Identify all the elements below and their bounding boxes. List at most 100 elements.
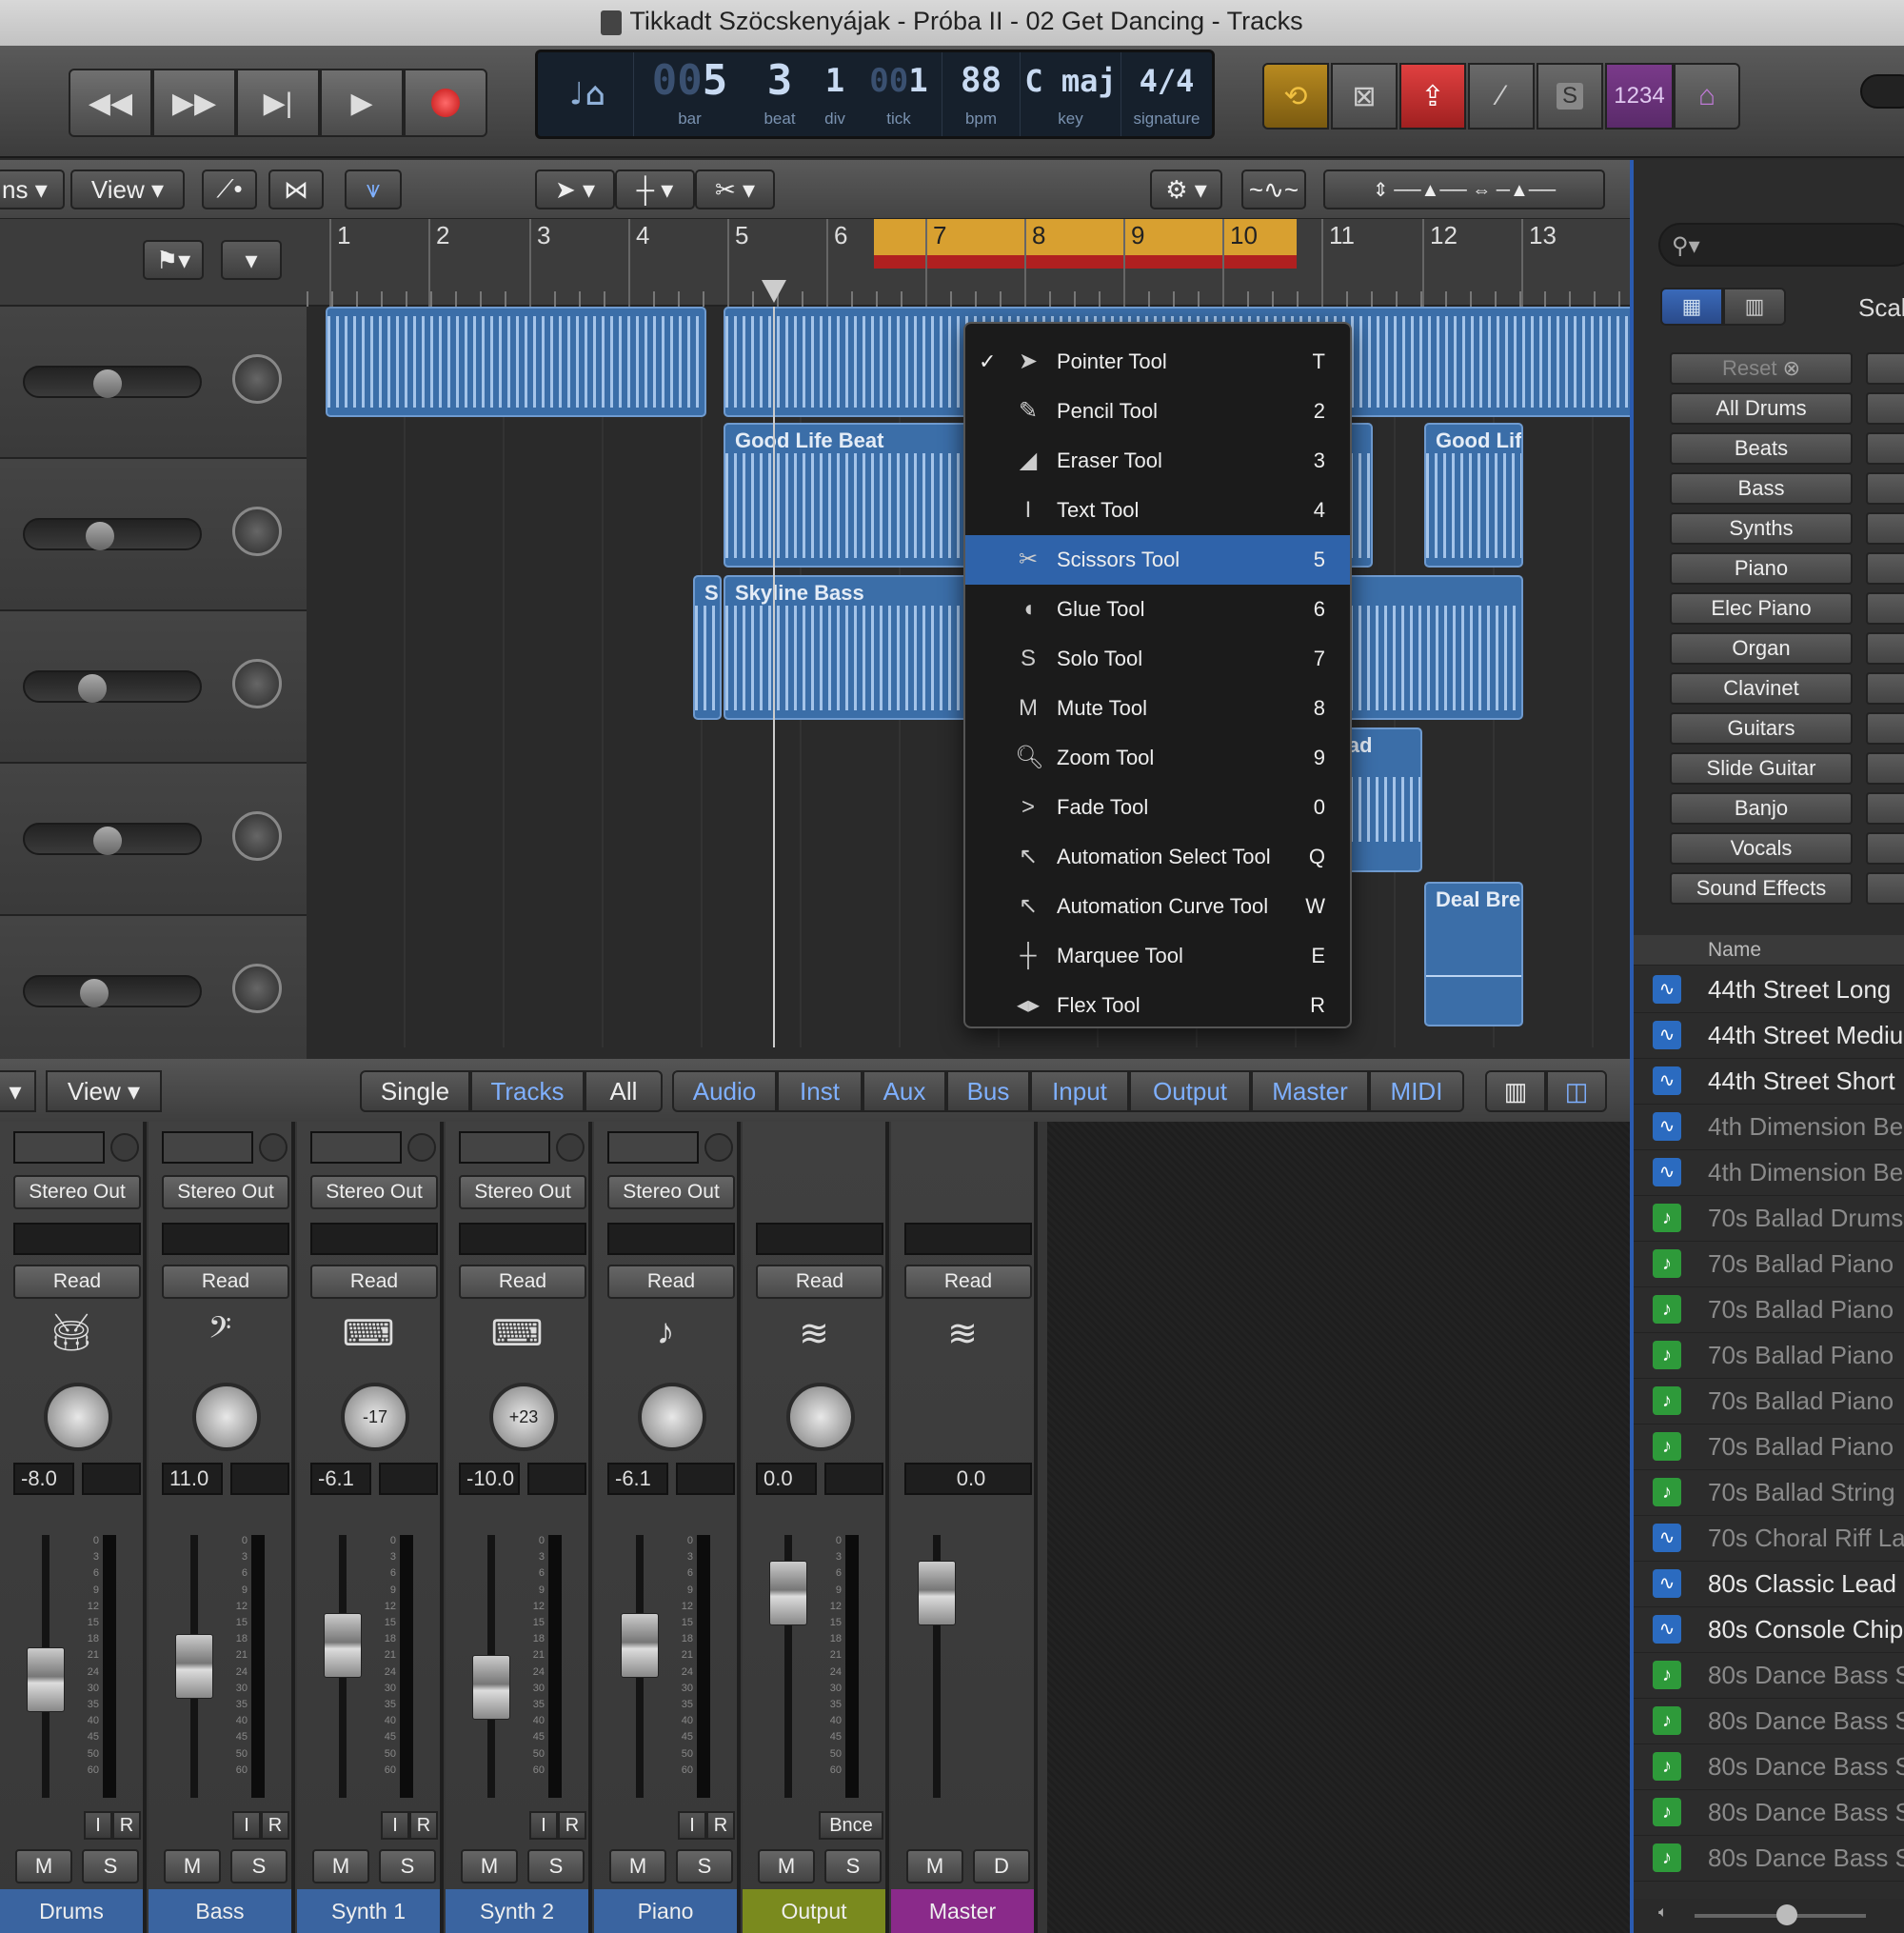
functions-menu[interactable]: ns ▾	[0, 169, 65, 209]
loop-list-item[interactable]: ∿ 44th Street Long	[1634, 967, 1904, 1013]
loop-list-item[interactable]: ∿ 44th Street Mediu	[1634, 1013, 1904, 1059]
menu-item-mute-tool[interactable]: M Mute Tool 8	[965, 684, 1350, 733]
eq-display[interactable]	[162, 1131, 253, 1164]
input-monitor-button[interactable]	[556, 1133, 585, 1162]
loop-list-item[interactable]: ♪ 70s Ballad Piano	[1634, 1333, 1904, 1379]
left-tool-menu[interactable]: ➤ ▾	[535, 169, 615, 209]
track-row-2[interactable]	[0, 459, 307, 611]
lcd-bpm[interactable]: 88 bpm	[942, 52, 1020, 136]
strip-name[interactable]: Synth 2	[446, 1889, 588, 1933]
column-view-toggle[interactable]: ▥	[1723, 288, 1786, 326]
volume-value[interactable]: -10.0	[459, 1463, 520, 1495]
lcd-bar[interactable]: 005 bar	[633, 52, 745, 136]
pan-knob[interactable]	[232, 659, 282, 708]
solo-mode-button[interactable]: S	[1537, 63, 1603, 130]
fast-forward-button[interactable]: ▶▶	[152, 69, 236, 137]
menu-item-zoom-tool[interactable]: 🔍︎ Zoom Tool 9	[965, 733, 1350, 783]
loop-list-item[interactable]: ♪ 70s Ballad Piano	[1634, 1379, 1904, 1425]
loop-list-item[interactable]: ∿ 4th Dimension Be	[1634, 1105, 1904, 1150]
narrow-strips-button[interactable]: ▥	[1485, 1070, 1546, 1112]
category-vocals[interactable]: Vocals	[1670, 832, 1853, 865]
keyboard-icon[interactable]: ⌨	[297, 1312, 440, 1367]
keyword-button-col2[interactable]	[1866, 872, 1904, 905]
lcd-signature[interactable]: 4/4 signature	[1121, 52, 1212, 136]
solo-button[interactable]: S	[379, 1849, 436, 1883]
wide-strips-button[interactable]: ◫	[1546, 1070, 1607, 1112]
go-to-end-button[interactable]: ▶|	[236, 69, 320, 137]
loop-list-item[interactable]: ∿ 44th Street Short	[1634, 1059, 1904, 1105]
category-piano[interactable]: Piano	[1670, 552, 1853, 585]
automation-mode[interactable]: Read	[162, 1265, 289, 1299]
tab-tracks[interactable]: Tracks	[470, 1070, 585, 1112]
loop-list-item[interactable]: ♪ 80s Dance Bass S	[1634, 1653, 1904, 1699]
lcd-div[interactable]: 1 div	[814, 52, 856, 136]
lcd-display[interactable]: ♩⌂ 005 bar 3 beat 1 div 001 tick 88 bpm C maj…	[535, 50, 1215, 139]
category-all-drums[interactable]: All Drums	[1670, 392, 1853, 425]
keyword-button-col2[interactable]	[1866, 432, 1904, 465]
record-enable-button[interactable]: R	[112, 1811, 141, 1840]
mute-button[interactable]: M	[164, 1849, 221, 1883]
volume-knob[interactable]	[93, 827, 122, 855]
lcd-key[interactable]: C maj key	[1020, 52, 1121, 136]
menu-item-glue-tool[interactable]: ◖ Glue Tool 6	[965, 585, 1350, 634]
volume-slider[interactable]	[23, 366, 202, 398]
name-column-header[interactable]: Name	[1708, 939, 1761, 962]
mixer-edit-menu[interactable]: ▾	[0, 1070, 36, 1112]
pan-knob[interactable]	[232, 811, 282, 861]
replace-button[interactable]: ⊠	[1331, 63, 1398, 130]
track-row-1[interactable]	[0, 307, 307, 459]
volume-knob[interactable]	[93, 369, 122, 398]
reset-button[interactable]: Reset ⊗	[1670, 352, 1853, 385]
keyword-button-col2[interactable]	[1866, 592, 1904, 625]
strip-name[interactable]: Piano	[594, 1889, 737, 1933]
timeline-ruler[interactable]: 1 2 3 4 5 6 7 8 9 10 11 12 13	[307, 219, 1630, 307]
input-monitor-button[interactable]	[110, 1133, 139, 1162]
record-enable-button[interactable]: R	[706, 1811, 735, 1840]
pan-knob[interactable]: +23	[489, 1383, 558, 1451]
input-monitor-button[interactable]	[704, 1133, 733, 1162]
menu-item-fade-tool[interactable]: > Fade Tool 0	[965, 783, 1350, 832]
group-slot[interactable]	[607, 1223, 735, 1255]
master-volume-slider[interactable]	[1860, 74, 1904, 109]
automation-mode[interactable]: Read	[607, 1265, 735, 1299]
input-monitor-button[interactable]	[407, 1133, 436, 1162]
mixer-view-menu[interactable]: View ▾	[46, 1070, 162, 1112]
volume-value[interactable]: 0.0	[904, 1463, 1032, 1495]
settings-menu[interactable]: ⚙ ▾	[1150, 169, 1222, 209]
filter-midi[interactable]: MIDI	[1369, 1070, 1464, 1112]
track-row-3[interactable]	[0, 611, 307, 764]
menu-item-pencil-tool[interactable]: ✎ Pencil Tool 2	[965, 387, 1350, 436]
volume-fader[interactable]	[918, 1561, 956, 1625]
eq-display[interactable]	[459, 1131, 550, 1164]
bounce-button[interactable]: Bnce	[819, 1811, 883, 1840]
menu-item-automation-select-tool[interactable]: ↖ Automation Select Tool Q	[965, 832, 1350, 882]
global-tracks-button[interactable]: ⚑▾	[143, 240, 204, 280]
catch-button[interactable]: ⩛	[345, 169, 402, 209]
autopunch-button[interactable]: ⇪	[1399, 63, 1466, 130]
keyword-button-col2[interactable]	[1866, 752, 1904, 785]
strip-name[interactable]: Output	[743, 1889, 885, 1933]
menu-item-scissors-tool[interactable]: ✂ Scissors Tool 5	[965, 535, 1350, 585]
record-enable-button[interactable]: R	[558, 1811, 586, 1840]
track-options-button[interactable]: ▾	[221, 240, 282, 280]
mute-button[interactable]: M	[461, 1849, 518, 1883]
preview-volume-knob[interactable]	[1776, 1904, 1797, 1925]
group-slot[interactable]	[459, 1223, 586, 1255]
count-in-button[interactable]: 1234	[1605, 63, 1674, 130]
output-slot[interactable]: Stereo Out	[162, 1175, 289, 1209]
waveform-zoom-button[interactable]: ~∿~	[1241, 169, 1306, 209]
menu-item-flex-tool[interactable]: ◂▸ Flex Tool R	[965, 981, 1350, 1030]
strip-name[interactable]: Master	[891, 1889, 1034, 1933]
category-bass[interactable]: Bass	[1670, 472, 1853, 505]
keyword-button-col2[interactable]	[1866, 712, 1904, 745]
category-synths[interactable]: Synths	[1670, 512, 1853, 545]
grand-piano-icon[interactable]: ♪	[594, 1312, 737, 1367]
mute-button[interactable]: M	[609, 1849, 666, 1883]
volume-value[interactable]: -6.1	[310, 1463, 371, 1495]
output-slot[interactable]: Stereo Out	[459, 1175, 586, 1209]
region-skyline-bass[interactable]: Skyline Bass	[724, 575, 975, 720]
volume-fader[interactable]	[27, 1647, 65, 1712]
menu-item-solo-tool[interactable]: S Solo Tool 7	[965, 634, 1350, 684]
waveform-icon[interactable]: ≋	[743, 1312, 885, 1367]
input-button[interactable]: I	[232, 1811, 261, 1840]
